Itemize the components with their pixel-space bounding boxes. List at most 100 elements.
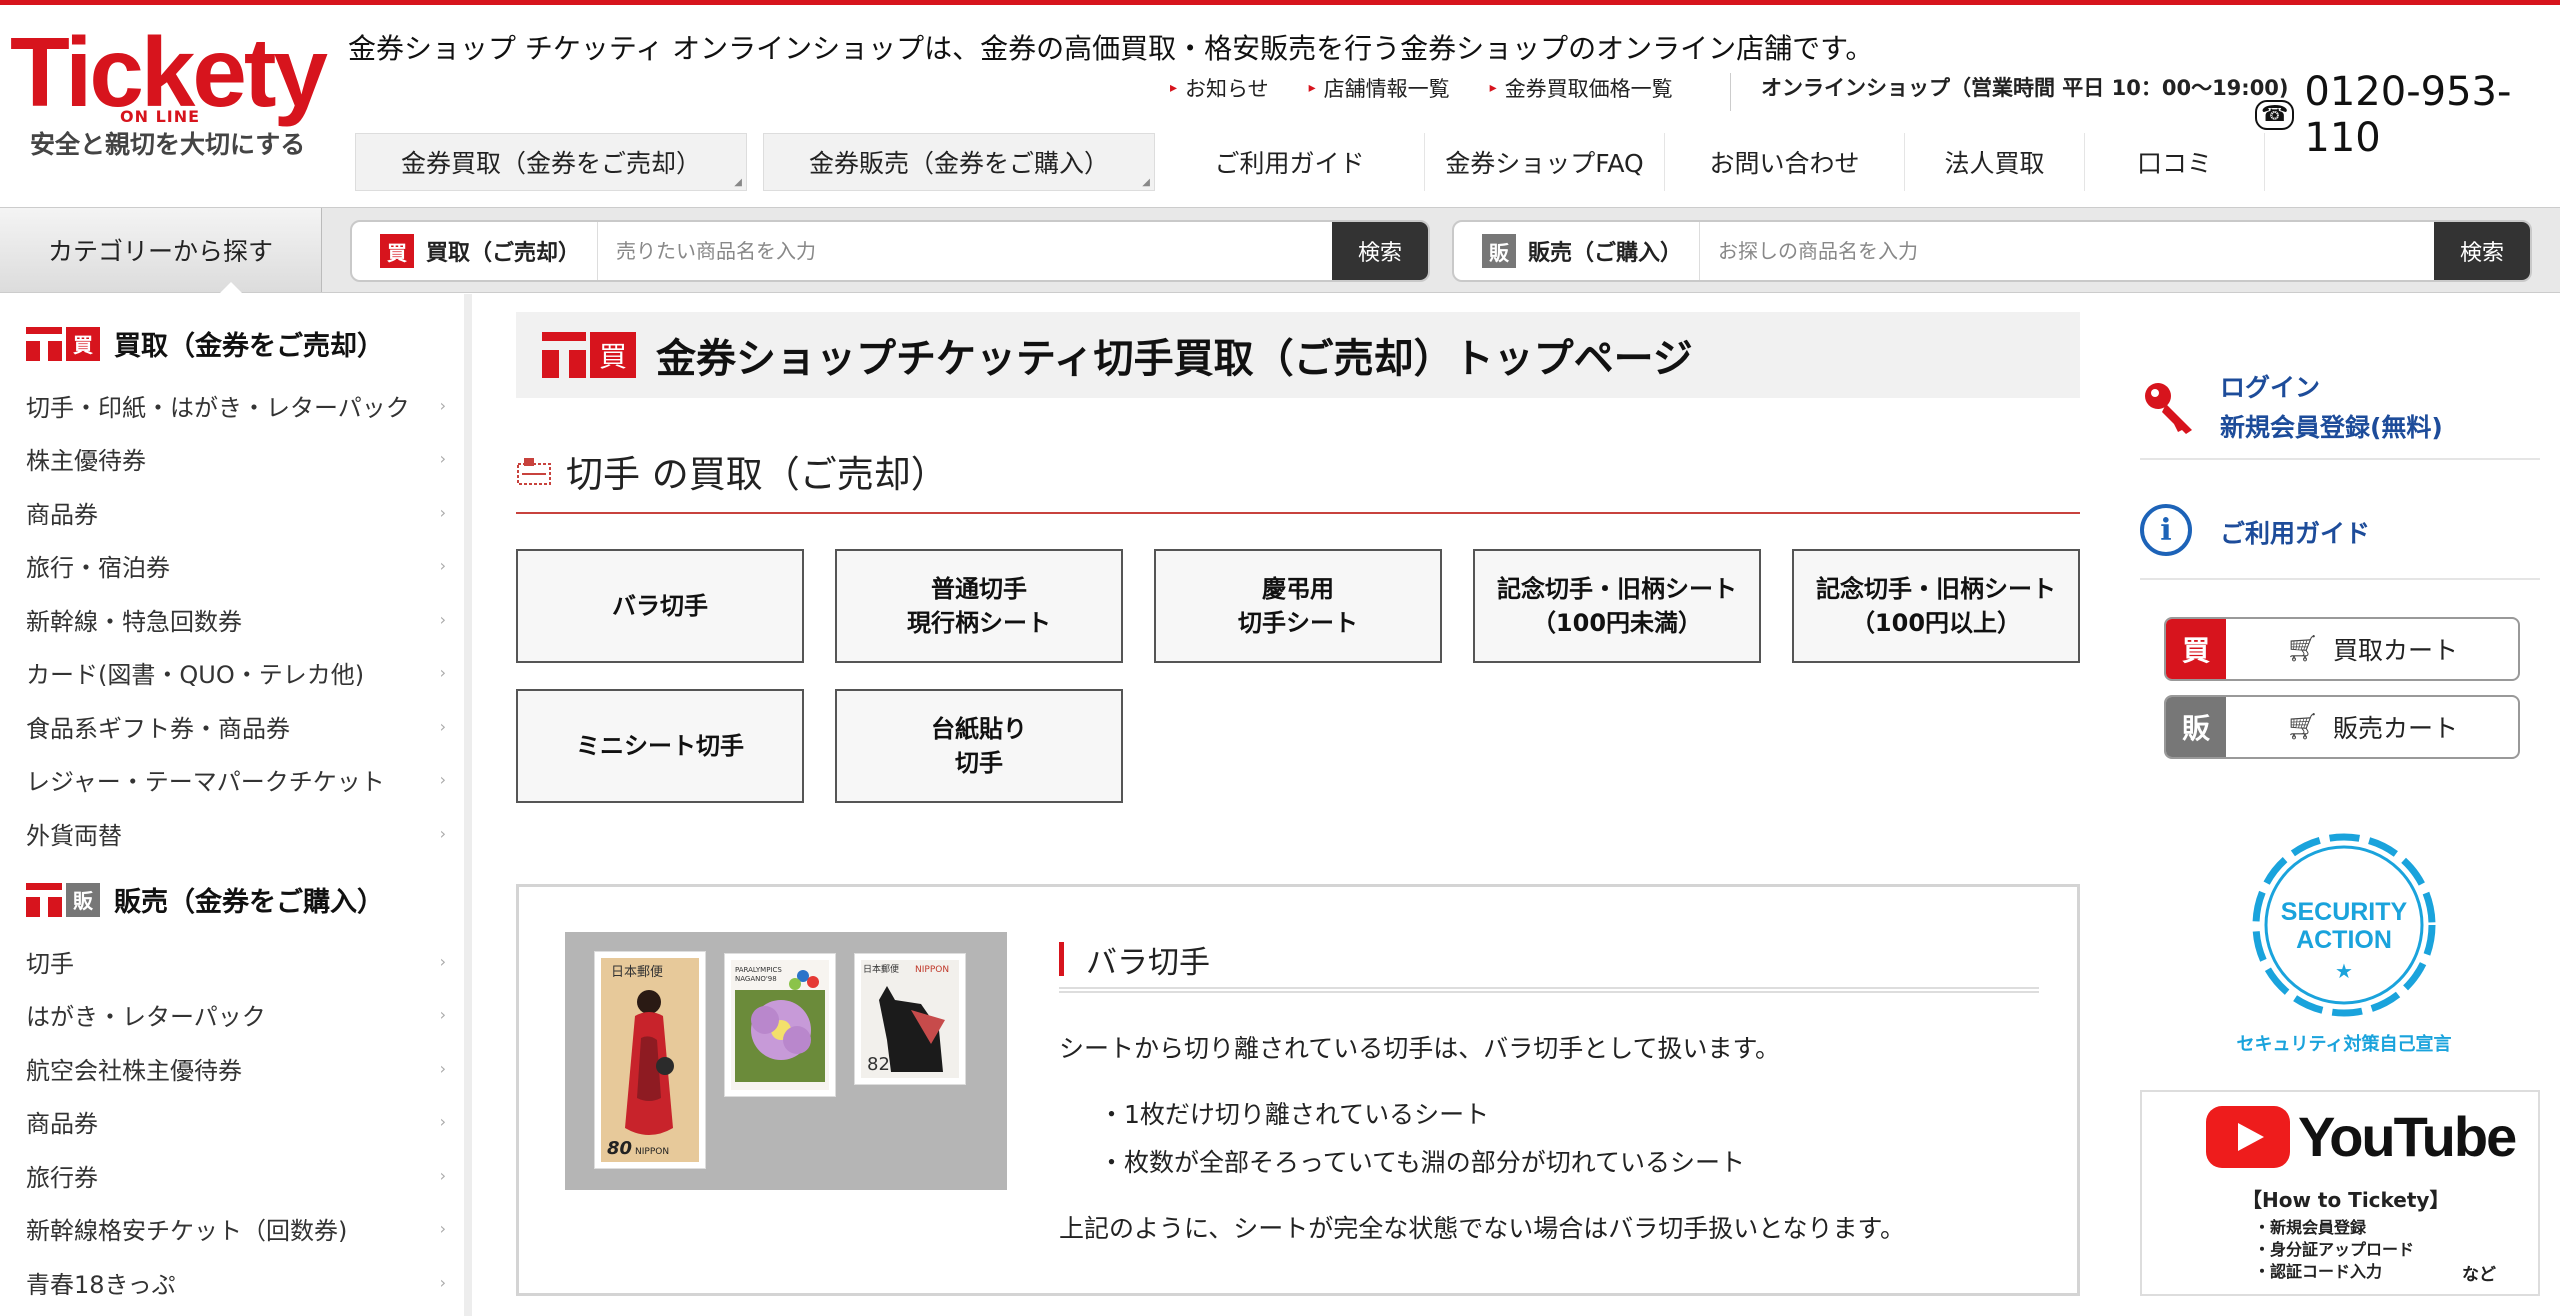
svg-text:日本郵便: 日本郵便: [611, 965, 663, 980]
business-hours: オンラインショップ（営業時間 平日 10：00〜19:00): [1730, 73, 2289, 111]
nav-contact[interactable]: お問い合わせ: [1665, 133, 1905, 191]
security-action-badge[interactable]: SECURITY ACTION ★ セキュリティ対策自己宣言: [2234, 820, 2454, 1060]
stamp-dog-82: 日本郵便 NIPPON 82: [855, 954, 965, 1084]
top-link-price-list[interactable]: ▸ 金券買取価格一覧: [1490, 73, 1673, 103]
buy-badge-icon: 買: [2166, 619, 2226, 679]
top-link-stores[interactable]: ▸ 店舗情報一覧: [1309, 73, 1450, 103]
nav-reviews[interactable]: 口コミ: [2085, 133, 2265, 191]
youtube-banner[interactable]: YouTube 【How to Tickety】 ・新規会員登録 ・身分証アップ…: [2140, 1090, 2540, 1296]
chevron-right-icon: ›: [439, 395, 446, 415]
logo-tagline: 安全と親切を大切にする: [30, 130, 306, 159]
category-button-6[interactable]: 台紙貼り 切手: [835, 689, 1123, 803]
chevron-right-icon: ›: [439, 449, 446, 468]
feature-bullet-2: ・枚数が全部そろっていても淵の部分が切れているシート: [1099, 1148, 1746, 1177]
stamp-photo: 日本郵便 80 NIPPON PARALYMPICS NAGANO'98 日本郵…: [565, 932, 1007, 1190]
nav-corporate[interactable]: 法人買取: [1905, 133, 2085, 191]
stamp-paralympics: PARALYMPICS NAGANO'98: [725, 954, 835, 1096]
phone-number[interactable]: ☎ 0120-953-110: [2255, 69, 2560, 161]
chevron-right-icon: ›: [439, 1219, 446, 1238]
chevron-right-icon: ›: [439, 1005, 446, 1024]
sidebar-buy-item-8[interactable]: 外貨両替 ›: [26, 808, 446, 858]
sidebar-buy-item-2[interactable]: 商品券 ›: [26, 487, 446, 537]
pointer-triangle-icon: [219, 282, 243, 294]
youtube-item: ・新規会員登録: [2254, 1218, 2367, 1237]
nav-sell-button[interactable]: 金券販売（金券をご購入） ◢: [763, 133, 1155, 191]
play-icon: [2206, 1105, 2290, 1168]
sidebar-buy-item-5[interactable]: カード(図書・QUO・テレカ他) ›: [26, 648, 446, 698]
sell-search-group: 販販売（ご購入） 検索: [1452, 220, 2532, 282]
svg-text:NIPPON: NIPPON: [915, 965, 949, 975]
top-links: ▸ お知らせ ▸ 店舗情報一覧 ▸ 金券買取価格一覧: [1170, 73, 1673, 103]
sidebar-sell-item-1[interactable]: はがき・レターパック ›: [26, 990, 446, 1040]
logo-online-label: ON LINE: [120, 107, 201, 126]
chevron-right-icon: ›: [439, 663, 446, 682]
sidebar-sell-item-3[interactable]: 商品券 ›: [26, 1097, 446, 1147]
sidebar-sell-item-4[interactable]: 旅行券 ›: [26, 1150, 446, 1200]
top-link-news[interactable]: ▸ お知らせ: [1170, 73, 1269, 103]
svg-text:82: 82: [867, 1054, 890, 1075]
main-nav: 金券買取（金券をご売却） ◢ 金券販売（金券をご購入） ◢ ご利用ガイド 金券ショッ…: [355, 133, 2265, 195]
guide-link[interactable]: ご利用ガイド: [2220, 514, 2370, 550]
feature-bara-stamp: 日本郵便 80 NIPPON PARALYMPICS NAGANO'98 日本郵…: [516, 884, 2080, 1296]
stamp-sheet-icon: [517, 458, 551, 485]
info-icon: i: [2140, 504, 2192, 556]
nav-faq[interactable]: 金券ショップFAQ: [1425, 133, 1665, 191]
caret-right-icon: ▸: [1489, 80, 1497, 96]
buy-search-button[interactable]: 検索: [1332, 222, 1428, 280]
sidebar-buy-heading: 買 買取（金券をご売却）: [26, 324, 384, 363]
category-button-2[interactable]: 慶弔用 切手シート: [1154, 549, 1442, 663]
feature-paragraph-1: シートから切り離されている切手は、バラ切手として扱います。: [1059, 1034, 1781, 1063]
caret-right-icon: ▸: [1170, 80, 1178, 96]
sidebar-buy-item-3[interactable]: 旅行・宿泊券 ›: [26, 541, 446, 591]
svg-text:SECURITY: SECURITY: [2281, 898, 2408, 926]
login-link[interactable]: ログイン: [2220, 368, 2320, 404]
youtube-item: ・認証コード入力: [2254, 1262, 2383, 1281]
chevron-right-icon: ›: [439, 951, 446, 971]
register-link[interactable]: 新規会員登録(無料): [2220, 408, 2443, 444]
sidebar-sell-item-2[interactable]: 航空会社株主優待券 ›: [26, 1043, 446, 1093]
nav-buy-button[interactable]: 金券買取（金券をご売却） ◢: [355, 133, 747, 191]
svg-text:80: 80: [607, 1138, 632, 1159]
nav-guide[interactable]: ご利用ガイド: [1155, 133, 1425, 191]
sidebar-buy-item-0[interactable]: 切手・印紙・はがき・レターパック ›: [26, 380, 446, 430]
category-search-button[interactable]: カテゴリーから探す: [0, 208, 322, 294]
search-bar: カテゴリーから探す 買買取（ご売却） 検索 販販売（ご購入） 検索: [0, 207, 2560, 294]
sell-search-button[interactable]: 検索: [2434, 222, 2530, 280]
sidebar-buy-item-1[interactable]: 株主優待券 ›: [26, 434, 446, 484]
section-title: 切手 の買取（ご売却）: [566, 453, 948, 496]
category-button-3[interactable]: 記念切手・旧柄シート （100円未満）: [1473, 549, 1761, 663]
svg-text:日本郵便: 日本郵便: [863, 963, 899, 975]
buy-cart-button[interactable]: 買 🛒︎ 買取カート: [2164, 617, 2520, 681]
stamp-beauty-80: 日本郵便 80 NIPPON: [595, 952, 705, 1168]
sidebar-sell-item-5[interactable]: 新幹線格安チケット（回数券) ›: [26, 1204, 446, 1254]
svg-text:NAGANO'98: NAGANO'98: [735, 975, 777, 983]
sidebar-buy-item-4[interactable]: 新幹線・特急回数券 ›: [26, 594, 446, 644]
chevron-right-icon: ›: [439, 556, 446, 575]
sidebar-buy-item-7[interactable]: レジャー・テーマパークチケット ›: [26, 755, 446, 805]
buy-mark-icon: 買: [542, 332, 636, 378]
buy-badge-icon: 買: [380, 234, 414, 268]
sidebar-sell-item-0[interactable]: 切手 ›: [26, 936, 446, 986]
category-button-5[interactable]: ミニシート切手: [516, 689, 804, 803]
category-button-1[interactable]: 普通切手 現行柄シート: [835, 549, 1123, 663]
sidebar-sell-item-6[interactable]: 青春18きっぷ ›: [26, 1257, 446, 1307]
sell-cart-button[interactable]: 販 🛒︎ 販売カート: [2164, 695, 2520, 759]
sell-search-input[interactable]: [1700, 222, 2434, 280]
chevron-right-icon: ›: [439, 1058, 446, 1078]
chevron-right-icon: ›: [439, 1165, 446, 1185]
youtube-heading: 【How to Tickety】: [2242, 1188, 2450, 1212]
category-button-4[interactable]: 記念切手・旧柄シート （100円以上）: [1792, 549, 2080, 663]
sidebar-buy-item-6[interactable]: 食品系ギフト券・商品券 ›: [26, 701, 446, 751]
caret-right-icon: ▸: [1308, 80, 1316, 96]
youtube-item: ・身分証アップロード: [2254, 1240, 2415, 1259]
login-panel: ログイン 新規会員登録(無料): [2140, 360, 2540, 460]
chevron-right-icon: ›: [439, 770, 446, 789]
svg-text:ACTION: ACTION: [2296, 926, 2392, 954]
youtube-logo: YouTube: [2206, 1104, 2517, 1169]
site-logo[interactable]: Tickety ON LINE 安全と親切を大切にする: [10, 23, 328, 159]
feature-title: バラ切手: [1059, 931, 2039, 993]
buy-search-group: 買買取（ご売却） 検索: [350, 220, 1430, 282]
svg-text:NIPPON: NIPPON: [635, 1147, 669, 1157]
category-button-0[interactable]: バラ切手: [516, 549, 804, 663]
buy-search-input[interactable]: [598, 222, 1332, 280]
